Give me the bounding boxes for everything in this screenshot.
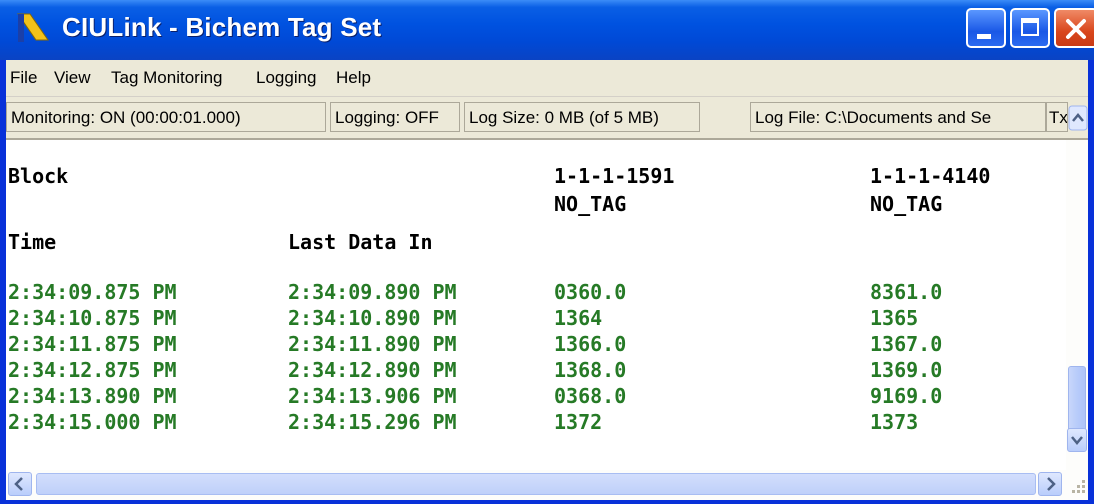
title-bar[interactable]: CIULink - Bichem Tag Set [0, 0, 1094, 60]
data-view: Block 1-1-1-1591 NO_TAG 1-1-1-4140 NO_TA… [6, 140, 1066, 470]
scroll-up-arrow-icon[interactable] [1068, 104, 1088, 132]
column-tag-2: NO_TAG [870, 192, 943, 216]
menu-help[interactable]: Help [336, 68, 371, 88]
scroll-down-arrow-icon [1071, 436, 1083, 445]
resize-grip-icon[interactable] [1066, 472, 1088, 498]
row-last-data: 2:34:09.890 PM [288, 280, 457, 304]
log-file-status: Log File: C:\Documents and Se [750, 102, 1046, 132]
scroll-left-arrow-icon [14, 477, 23, 491]
row-value-1: 1366.0 [554, 332, 627, 356]
close-icon [1066, 19, 1086, 39]
logging-status: Logging: OFF [330, 102, 460, 132]
row-last-data: 2:34:13.906 PM [288, 384, 457, 408]
horizontal-scrollbar[interactable] [6, 470, 1088, 500]
window-title: CIULink - Bichem Tag Set [62, 12, 382, 42]
log-size-status: Log Size: 0 MB (of 5 MB) [464, 102, 700, 132]
row-value-2: 1373 [870, 410, 919, 434]
row-time: 2:34:12.875 PM [8, 358, 177, 382]
row-last-data: 2:34:10.890 PM [288, 306, 457, 330]
vertical-scroll-thumb[interactable] [1068, 366, 1086, 436]
row-value-1: 1368.0 [554, 358, 627, 382]
close-button[interactable] [1054, 8, 1094, 48]
row-value-1: 1364 [554, 306, 603, 330]
app-window: CIULink - Bichem Tag Set File View Tag M… [0, 0, 1094, 504]
row-value-2: 1365 [870, 306, 919, 330]
maximize-button[interactable] [1010, 8, 1050, 48]
horizontal-scroll-thumb[interactable] [36, 473, 1036, 495]
row-time: 2:34:09.875 PM [8, 280, 177, 304]
scroll-right-arrow-icon [1047, 477, 1056, 491]
monitoring-status: Monitoring: ON (00:00:01.000) [6, 102, 326, 132]
row-value-1: 1372 [554, 410, 603, 434]
row-time: 2:34:15.000 PM [8, 410, 177, 434]
vertical-scrollbar[interactable] [1066, 140, 1088, 470]
row-value-1: 0368.0 [554, 384, 627, 408]
row-last-data: 2:34:12.890 PM [288, 358, 457, 382]
column-id-2: 1-1-1-4140 [870, 164, 991, 188]
row-time: 2:34:13.890 PM [8, 384, 177, 408]
menu-view[interactable]: View [54, 68, 91, 88]
menu-file[interactable]: File [10, 68, 37, 88]
row-last-data: 2:34:15.296 PM [288, 410, 457, 434]
scroll-left-button[interactable] [8, 472, 32, 496]
menu-tag-monitoring[interactable]: Tag Monitoring [111, 68, 223, 88]
minimize-button[interactable] [966, 8, 1006, 48]
column-tag-1: NO_TAG [554, 192, 627, 216]
menu-logging[interactable]: Logging [256, 68, 317, 88]
row-value-2: 1367.0 [870, 332, 943, 356]
row-value-1: 0360.0 [554, 280, 627, 304]
last-data-label: Last Data In [288, 230, 433, 254]
block-label: Block [8, 164, 69, 188]
menu-bar: File View Tag Monitoring Logging Help [6, 60, 1088, 97]
tx-status: Tx [1046, 102, 1068, 132]
client-area: File View Tag Monitoring Logging Help Mo… [6, 60, 1088, 500]
row-time: 2:34:10.875 PM [8, 306, 177, 330]
app-icon [17, 13, 49, 42]
row-value-2: 1369.0 [870, 358, 943, 382]
row-last-data: 2:34:11.890 PM [288, 332, 457, 356]
scroll-right-button[interactable] [1038, 472, 1062, 496]
scroll-down-button[interactable] [1067, 428, 1087, 452]
column-id-1: 1-1-1-1591 [554, 164, 675, 188]
row-time: 2:34:11.875 PM [8, 332, 177, 356]
time-label: Time [8, 230, 57, 254]
row-value-2: 8361.0 [870, 280, 943, 304]
row-value-2: 9169.0 [870, 384, 943, 408]
status-bar: Monitoring: ON (00:00:01.000) Logging: O… [6, 98, 1088, 140]
